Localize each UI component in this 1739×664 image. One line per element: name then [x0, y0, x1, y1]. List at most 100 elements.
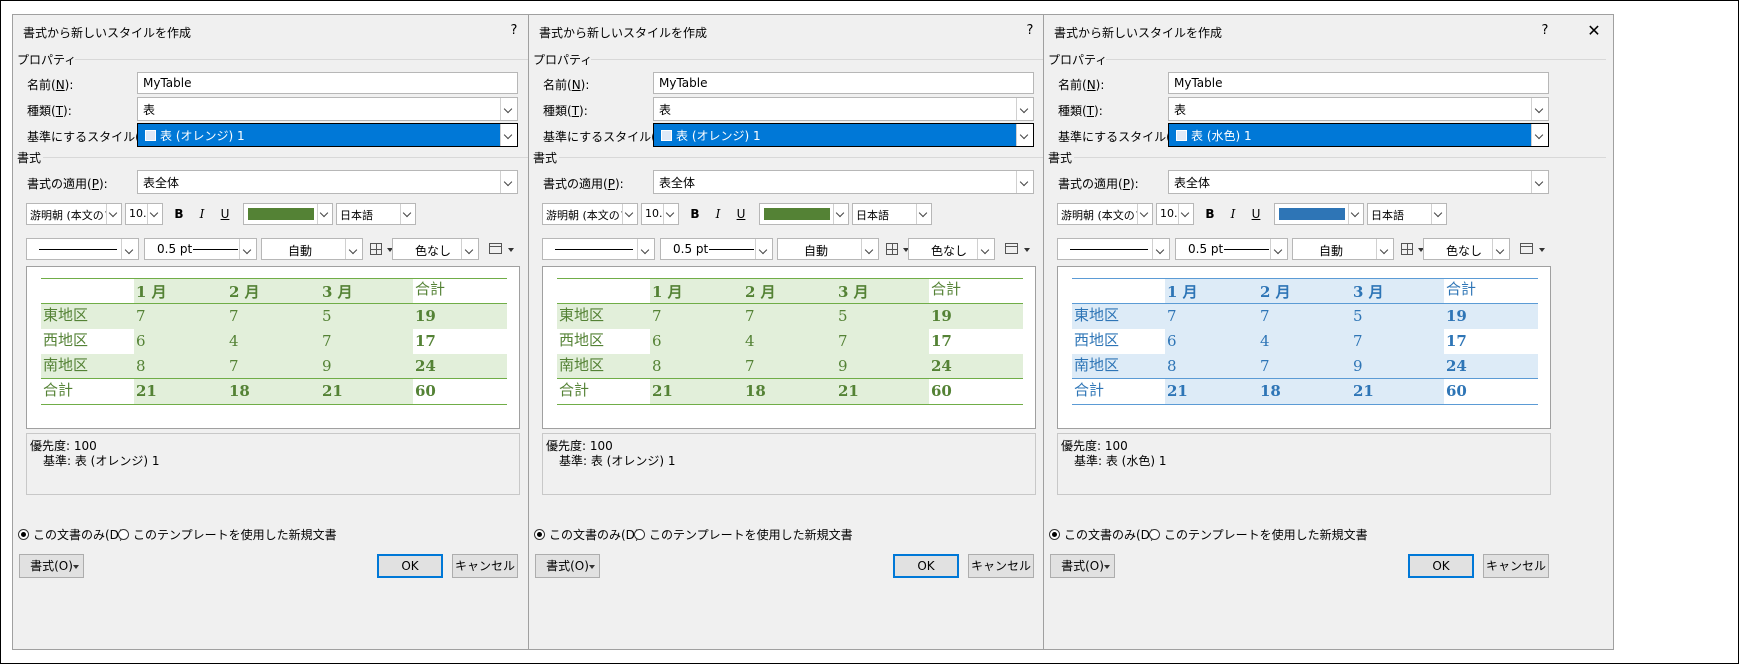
preview-cell: 合計 [43, 381, 74, 399]
bold-button[interactable]: B [169, 204, 189, 224]
italic-button[interactable]: I [192, 204, 212, 224]
new-documents-label[interactable]: このテンプレートを使用した新規文書 [1164, 526, 1368, 543]
preview-cell: 4 [745, 332, 755, 350]
preview-cell: 9 [1353, 357, 1363, 375]
type-select[interactable]: 表 [653, 97, 1034, 121]
name-input[interactable]: MyTable [653, 72, 1034, 94]
table-properties-dropdown-arrow-icon[interactable] [508, 248, 514, 252]
ok-button[interactable]: OK [1408, 554, 1474, 578]
table-properties-icon[interactable] [1520, 243, 1533, 254]
new-documents-radio[interactable] [118, 529, 129, 540]
ok-button[interactable]: OK [893, 554, 959, 578]
shading-select[interactable]: 色なし [908, 238, 995, 260]
preview-header-cell: 合計 [415, 280, 446, 298]
font-select[interactable]: 游明朝 (本文のフォント [542, 203, 638, 225]
shading-select[interactable]: 色なし [392, 238, 479, 260]
preview-band [1258, 329, 1351, 354]
border-color-select[interactable]: 自動 [1292, 238, 1394, 260]
border-width-select[interactable]: 0.5 pt [144, 238, 257, 260]
name-input[interactable]: MyTable [1168, 72, 1549, 94]
bold-button[interactable]: B [685, 204, 705, 224]
table-properties-icon[interactable] [1005, 243, 1018, 254]
italic-button[interactable]: I [1223, 204, 1243, 224]
new-documents-label[interactable]: このテンプレートを使用した新規文書 [133, 526, 337, 543]
borders-icon[interactable] [1401, 243, 1413, 255]
border-style-select[interactable] [1057, 238, 1170, 260]
base-style-select[interactable]: 表 (オレンジ) 1 [137, 123, 518, 147]
border-color-select[interactable]: 自動 [261, 238, 363, 260]
this-document-only-label[interactable]: この文書のみ(D) [1064, 526, 1155, 543]
help-button[interactable]: ? [1532, 19, 1558, 43]
apply-to-select[interactable]: 表全体 [137, 170, 518, 194]
ok-button[interactable]: OK [377, 554, 443, 578]
table-properties-dropdown-arrow-icon[interactable] [1539, 248, 1545, 252]
bold-button[interactable]: B [1200, 204, 1220, 224]
chevron-down-icon [1531, 171, 1548, 193]
new-documents-label[interactable]: このテンプレートを使用した新規文書 [649, 526, 853, 543]
font-size-select[interactable]: 10.5 [1156, 203, 1194, 225]
dialog-title: 書式から新しいスタイルを作成 [539, 26, 708, 40]
font-color-select[interactable] [1274, 203, 1364, 225]
this-document-only-radio[interactable] [1049, 529, 1060, 540]
format-menu-button[interactable]: 書式(O) [535, 554, 600, 578]
chevron-down-icon [106, 204, 121, 224]
format-menu-button[interactable]: 書式(O) [19, 554, 84, 578]
base-style-select[interactable]: 表 (水色) 1 [1168, 123, 1549, 147]
dropdown-arrow-icon [589, 565, 595, 569]
font-color-select[interactable] [759, 203, 849, 225]
chevron-down-icon [916, 204, 931, 224]
table-properties-icon[interactable] [489, 243, 502, 254]
cancel-button[interactable]: キャンセル [1483, 554, 1549, 578]
shading-select[interactable]: 色なし [1423, 238, 1510, 260]
base-style-select[interactable]: 表 (オレンジ) 1 [653, 123, 1034, 147]
chevron-down-icon [1178, 204, 1193, 224]
underline-button[interactable]: U [731, 204, 751, 224]
this-document-only-label[interactable]: この文書のみ(D) [33, 526, 124, 543]
type-select[interactable]: 表 [1168, 97, 1549, 121]
borders-icon[interactable] [886, 243, 898, 255]
underline-button[interactable]: U [1246, 204, 1266, 224]
this-document-only-radio[interactable] [18, 529, 29, 540]
chevron-down-icon [1492, 239, 1509, 259]
help-button[interactable]: ? [501, 19, 527, 43]
table-properties-dropdown-arrow-icon[interactable] [1024, 248, 1030, 252]
font-select[interactable]: 游明朝 (本文のフォント [26, 203, 122, 225]
font-size-select[interactable]: 10.5 [641, 203, 679, 225]
italic-button[interactable]: I [708, 204, 728, 224]
border-style-select[interactable] [26, 238, 139, 260]
help-button[interactable]: ? [1017, 19, 1043, 43]
preview-cell: 南地区 [1074, 356, 1120, 374]
border-color-select[interactable]: 自動 [777, 238, 879, 260]
apply-to-select[interactable]: 表全体 [1168, 170, 1549, 194]
apply-to-select[interactable]: 表全体 [653, 170, 1034, 194]
preview-band [41, 354, 507, 379]
preview-table: 1 月2 月3 月合計 東地区 7 7 5 19 西地区 6 4 7 17 南地区 8 7 9 24 合計 21 1… [557, 278, 1023, 408]
border-style-select[interactable] [542, 238, 655, 260]
new-documents-radio[interactable] [1149, 529, 1160, 540]
language-select[interactable]: 日本語 [1367, 203, 1447, 225]
font-select[interactable]: 游明朝 (本文のフォント [1057, 203, 1153, 225]
border-width-select[interactable]: 0.5 pt [1175, 238, 1288, 260]
this-document-only-radio[interactable] [534, 529, 545, 540]
font-color-select[interactable] [243, 203, 333, 225]
language-select[interactable]: 日本語 [336, 203, 416, 225]
cancel-button[interactable]: キャンセル [452, 554, 518, 578]
type-select[interactable]: 表 [137, 97, 518, 121]
preview-header-cell: 1 月 [136, 283, 167, 301]
preview-cell: 7 [229, 307, 239, 325]
underline-button[interactable]: U [215, 204, 235, 224]
new-documents-radio[interactable] [634, 529, 645, 540]
this-document-only-label[interactable]: この文書のみ(D) [549, 526, 640, 543]
preview-table: 1 月2 月3 月合計 東地区 7 7 5 19 西地区 6 4 7 17 南地区 8 7 9 24 合計 21 1… [41, 278, 507, 408]
font-size-select[interactable]: 10.5 [125, 203, 163, 225]
close-button[interactable]: ✕ [1581, 19, 1607, 43]
borders-icon[interactable] [370, 243, 382, 255]
format-menu-button[interactable]: 書式(O) [1050, 554, 1115, 578]
name-label: 名前(N): [1058, 78, 1105, 92]
preview-cell: 21 [1167, 382, 1188, 400]
cancel-button[interactable]: キャンセル [968, 554, 1034, 578]
language-select[interactable]: 日本語 [852, 203, 932, 225]
chevron-down-icon [500, 171, 517, 193]
name-input[interactable]: MyTable [137, 72, 518, 94]
border-width-select[interactable]: 0.5 pt [660, 238, 773, 260]
